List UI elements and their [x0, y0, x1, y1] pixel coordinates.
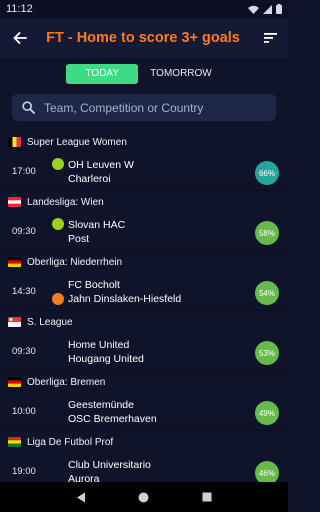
match-row[interactable]: 17:00 OH Leuven W Charleroi 66%: [0, 153, 288, 191]
league-header[interactable]: Landesliga: Wien: [0, 191, 288, 213]
page-title: FT - Home to score 3+ goals: [46, 30, 240, 46]
nav-home-button[interactable]: [138, 492, 149, 503]
bolivia-flag: [8, 437, 21, 447]
tab-today[interactable]: TODAY: [66, 64, 139, 84]
match-time: 09:30: [12, 346, 36, 357]
match-time: 09:30: [12, 226, 36, 237]
team-badges: [52, 336, 68, 368]
match-row[interactable]: 09:30 Slovan HAC Post 58%: [0, 213, 288, 251]
triangle-back-icon: [77, 492, 86, 502]
germany-flag: [8, 257, 21, 267]
arrow-left-icon: [13, 32, 27, 44]
probability-badge: 49%: [255, 401, 279, 425]
teams: Geestemünde OSC Bremerhaven: [68, 398, 157, 426]
system-nav-bar: [0, 482, 288, 512]
home-team-badge-icon: [52, 217, 64, 230]
signal-icon: [263, 4, 272, 14]
match-time: 14:30: [12, 286, 36, 297]
league-name: Landesliga: Wien: [27, 196, 104, 208]
home-team: Geestemünde: [68, 398, 134, 411]
away-team-badge-icon: [52, 292, 64, 305]
match-time: 19:00: [12, 466, 36, 477]
search-input[interactable]: Team, Competition or Country: [12, 94, 276, 121]
square-recents-icon: [202, 492, 212, 502]
league-name: S. League: [27, 316, 73, 328]
away-team: Charleroi: [68, 172, 111, 185]
nav-recents-button[interactable]: [202, 492, 212, 502]
home-team-badge-icon: [52, 157, 64, 170]
home-team: OH Leuven W: [68, 158, 134, 171]
league-header[interactable]: Oberliga: Niederrhein: [0, 251, 288, 273]
league-name: Oberliga: Bremen: [27, 376, 106, 388]
circle-home-icon: [138, 492, 149, 502]
home-team: Slovan HAC: [68, 218, 126, 231]
match-row[interactable]: 10:00 Geestemünde OSC Bremerhaven 49%: [0, 393, 288, 431]
team-badges: [52, 396, 68, 428]
status-time: 11:12: [6, 3, 33, 15]
nav-back-button[interactable]: [76, 492, 86, 503]
team-badges: [52, 276, 68, 308]
league-header[interactable]: Oberliga: Bremen: [0, 371, 288, 393]
back-button[interactable]: [0, 18, 40, 58]
team-badges: [52, 156, 68, 188]
away-team: OSC Bremerhaven: [68, 412, 157, 425]
germany-flag: [8, 377, 21, 387]
match-time: 10:00: [12, 406, 36, 417]
teams: OH Leuven W Charleroi: [68, 158, 134, 186]
search-icon: [20, 100, 36, 116]
team-badges: [52, 216, 68, 248]
match-time: 17:00: [12, 166, 36, 177]
away-team: Jahn Dinslaken-Hiesfeld: [68, 292, 182, 305]
austria-flag: [8, 197, 21, 207]
app-header: FT - Home to score 3+ goals: [0, 18, 288, 58]
match-row[interactable]: 14:30 FC Bocholt Jahn Dinslaken-Hiesfeld…: [0, 273, 288, 311]
league-name: Liga De Futbol Prof: [27, 436, 114, 448]
probability-badge: 53%: [255, 341, 279, 365]
home-team: Club Universitario: [68, 458, 151, 471]
probability-badge: 66%: [255, 161, 279, 185]
probability-badge: 54%: [255, 281, 279, 305]
teams: Slovan HAC Post: [68, 218, 125, 246]
belgium-flag: [8, 137, 21, 147]
singapore-flag: [8, 317, 21, 327]
home-team: FC Bocholt: [68, 278, 120, 291]
status-icons: [248, 4, 282, 14]
league-header[interactable]: Super League Women: [0, 131, 288, 153]
league-header[interactable]: S. League: [0, 311, 288, 333]
day-tabs: TODAY TOMORROW: [0, 64, 288, 84]
home-team: Home United: [68, 338, 130, 351]
match-row[interactable]: 09:30 Home United Hougang United 53%: [0, 333, 288, 371]
status-bar: 11:12: [0, 0, 288, 18]
sort-button[interactable]: [252, 18, 288, 58]
battery-icon: [276, 4, 282, 14]
away-team: Post: [68, 232, 90, 245]
teams: Home United Hougang United: [68, 338, 144, 366]
league-header[interactable]: Liga De Futbol Prof: [0, 431, 288, 453]
probability-badge: 58%: [255, 221, 279, 245]
away-team: Hougang United: [68, 352, 144, 365]
sort-icon: [263, 33, 277, 43]
wifi-icon: [248, 5, 259, 14]
tab-tomorrow[interactable]: TOMORROW: [140, 64, 221, 84]
teams: FC Bocholt Jahn Dinslaken-Hiesfeld: [68, 278, 181, 306]
match-list: Super League Women 17:00 OH Leuven W Cha…: [0, 131, 288, 491]
search-placeholder: Team, Competition or Country: [44, 100, 204, 115]
league-name: Super League Women: [27, 136, 127, 148]
league-name: Oberliga: Niederrhein: [27, 256, 123, 268]
